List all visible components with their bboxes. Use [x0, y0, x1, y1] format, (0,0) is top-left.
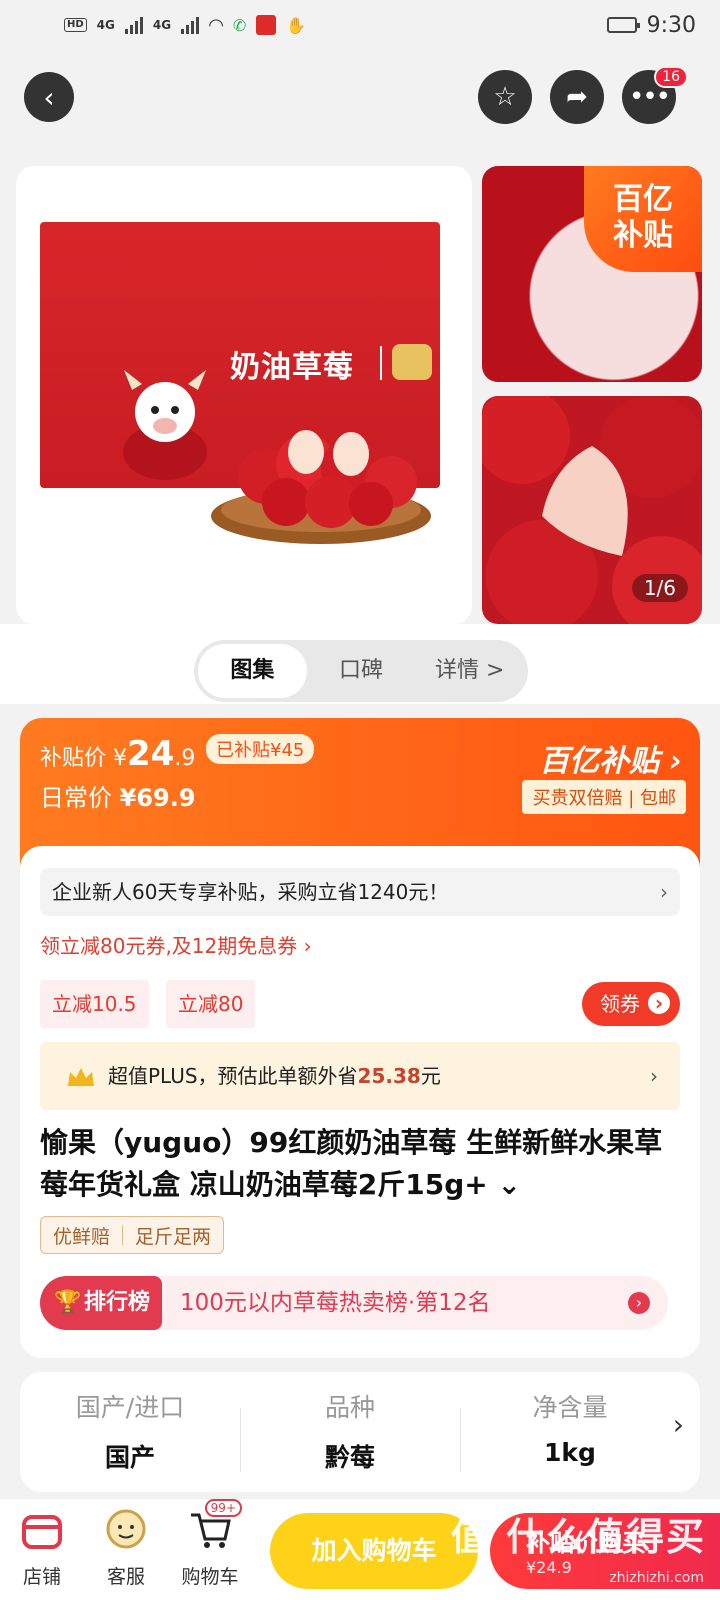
- chevron-right-icon: ›: [650, 1064, 658, 1088]
- thumbnail-image-1[interactable]: 百亿 补贴: [482, 166, 702, 382]
- crown-icon: [68, 1068, 94, 1086]
- spec-item: 品种 黔莓: [240, 1372, 460, 1492]
- spec-value: 1kg: [544, 1438, 596, 1467]
- price-integer: 24: [127, 734, 175, 774]
- watermark-url: zhizhizhi.com: [609, 1570, 704, 1586]
- tab-gallery[interactable]: 图集: [198, 644, 307, 698]
- shop-icon: [22, 1515, 62, 1549]
- spec-item: 国产/进口 国产: [20, 1372, 240, 1492]
- plus-amount: 25.38: [357, 1064, 421, 1088]
- service-label: 客服: [106, 1566, 145, 1588]
- top-nav: ‹ ☆ ➦ ••• 16: [0, 66, 720, 128]
- signal-icon: [181, 16, 200, 34]
- plus-member-banner[interactable]: 超值PLUS，预估此单额外省25.38元 ›: [40, 1042, 680, 1110]
- billion-subsidy-badge: 百亿 补贴: [584, 166, 702, 272]
- battery-icon: [606, 17, 640, 33]
- wifi-icon: ◠: [209, 14, 223, 36]
- ranking-badge: 🏆 排行榜: [40, 1276, 163, 1330]
- hand-icon: ✋: [286, 15, 307, 35]
- hd-indicator: HD: [64, 18, 87, 32]
- spec-key: 国产/进口: [75, 1393, 185, 1422]
- coupon-link[interactable]: 领立减80元券,及12期免息券 ›: [40, 930, 312, 959]
- network-type-2: 4G: [152, 18, 172, 32]
- daily-value: ¥69.9: [119, 784, 196, 812]
- discount-chip: 立减80: [166, 980, 256, 1028]
- price-card: 补贴价 ¥24.9 已补贴¥45 日常价 ¥69.9 百亿补贴 › 买贵双倍赔 …: [20, 718, 700, 1358]
- ranking-banner[interactable]: 🏆 排行榜 100元以内草莓热卖榜·第12名 ›: [40, 1276, 668, 1330]
- main-product-image[interactable]: 奶油草莓: [16, 166, 472, 624]
- subsidized-tag: 已补贴¥45: [206, 734, 315, 764]
- plus-unit: 元: [420, 1064, 441, 1088]
- network-type-1: 4G: [96, 18, 115, 32]
- favorite-button[interactable]: ☆: [478, 70, 532, 124]
- tab-strip: 图集 口碑 详情 >: [0, 624, 720, 704]
- spec-panel[interactable]: 国产/进口 国产 品种 黔莓 净含量 1kg ›: [20, 1372, 700, 1492]
- trophy-icon: 🏆: [54, 1290, 82, 1315]
- service-button[interactable]: 客服: [86, 1507, 166, 1589]
- phone-icon: ✆: [232, 15, 247, 35]
- chevron-right-icon: ›: [628, 1292, 650, 1314]
- cart-button[interactable]: 99+ 购物车: [170, 1499, 250, 1589]
- ranking-label: 排行榜: [84, 1290, 151, 1315]
- more-button[interactable]: ••• 16: [622, 66, 688, 124]
- mascot-icon: [123, 370, 207, 480]
- enterprise-text: 企业新人60天专享补贴，采购立省1240元！: [52, 880, 449, 904]
- add-to-cart-button[interactable]: 加入购物车: [270, 1513, 478, 1589]
- box-title: 奶油草莓: [230, 350, 354, 385]
- cart-count-badge: 99+: [204, 1499, 242, 1517]
- spec-item: 净含量 1kg: [460, 1372, 680, 1492]
- chevron-right-icon: ›: [660, 880, 668, 904]
- currency: ¥: [113, 746, 128, 771]
- discount-chip: 立减10.5: [40, 980, 149, 1028]
- app-notification-icon: [256, 15, 277, 35]
- back-button[interactable]: ‹: [24, 72, 74, 122]
- share-button[interactable]: ➦: [550, 70, 604, 124]
- guarantee-badge: 买贵双倍赔 | 包邮: [522, 780, 686, 814]
- spec-value: 国产: [104, 1443, 155, 1472]
- enterprise-promo[interactable]: 企业新人60天专享补贴，采购立省1240元！ ›: [40, 868, 680, 916]
- service-tag: 优鲜赔: [53, 1225, 111, 1248]
- service-tag: 足斤足两: [135, 1225, 212, 1248]
- spec-key: 净含量: [532, 1393, 608, 1422]
- tab-switcher: 图集 口碑 详情 >: [194, 640, 528, 702]
- share-icon: ➦: [566, 82, 588, 112]
- subsidy-label: 补贴价: [40, 746, 107, 771]
- image-counter: 1/6: [631, 574, 688, 602]
- service-tags: 优鲜赔 足斤足两: [40, 1216, 225, 1254]
- watermark: 值 什么值得买: [450, 1515, 706, 1559]
- shop-label: 店铺: [22, 1566, 61, 1588]
- brand-logo-icon: [392, 344, 432, 380]
- spec-value: 黔莓: [324, 1443, 375, 1472]
- chevron-right-icon: ›: [672, 1408, 684, 1441]
- spec-key: 品种: [324, 1393, 375, 1422]
- badge-line-2: 补贴: [613, 218, 673, 253]
- thumbnail-image-2[interactable]: 1/6: [482, 396, 702, 624]
- promo-section: 企业新人60天专享补贴，采购立省1240元！ › 领立减80元券,及12期免息券…: [20, 846, 700, 1358]
- signal-icon: [124, 16, 143, 34]
- notification-badge: 16: [654, 66, 688, 88]
- daily-price: 日常价 ¥69.9: [40, 778, 196, 813]
- tab-reviews[interactable]: 口碑: [307, 644, 416, 698]
- shop-button[interactable]: 店铺: [2, 1507, 82, 1589]
- strawberry-plate-image: [211, 430, 431, 544]
- ranking-text: 100元以内草莓热卖榜·第12名: [180, 1290, 491, 1316]
- tab-details[interactable]: 详情 >: [415, 644, 524, 698]
- get-coupon-button[interactable]: 领券: [582, 982, 680, 1026]
- chevron-left-icon: ‹: [43, 80, 55, 114]
- cart-label: 购物车: [181, 1566, 239, 1588]
- star-icon: ☆: [493, 82, 517, 112]
- badge-line-1: 百亿: [613, 182, 673, 217]
- daily-label: 日常价: [40, 784, 112, 812]
- price-decimal: .9: [174, 746, 196, 771]
- clock: 9:30: [646, 12, 696, 38]
- plus-text: 超值PLUS，预估此单额外省: [108, 1064, 358, 1088]
- billion-subsidy-link[interactable]: 百亿补贴 ›: [539, 736, 682, 780]
- status-bar: HD 4G 4G ◠ ✆ ✋ 9:30: [0, 0, 720, 50]
- divider: [380, 346, 382, 380]
- product-title: 愉果（yuguo）99红颜奶油草莓 生鲜新鲜水果草莓年货礼盒 凉山奶油草莓2斤1…: [40, 1126, 663, 1201]
- subsidy-price: 补贴价 ¥24.9: [40, 734, 195, 774]
- customer-service-icon: [106, 1509, 146, 1549]
